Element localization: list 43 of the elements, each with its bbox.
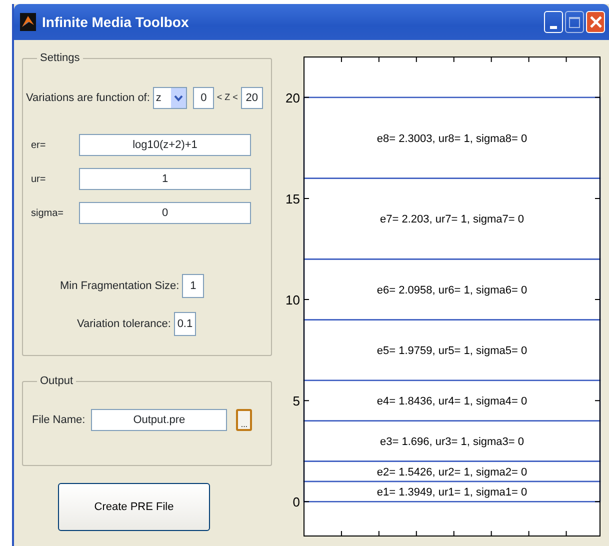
text-field[interactable]: 0.1 bbox=[174, 312, 196, 336]
field-label: ur= bbox=[31, 172, 47, 186]
close-icon bbox=[590, 16, 602, 28]
window-title: Infinite Media Toolbox bbox=[42, 12, 190, 32]
field-label: File Name: bbox=[32, 412, 86, 428]
field-label: Variation tolerance: bbox=[77, 316, 171, 332]
field-label: sigma= bbox=[31, 206, 65, 220]
text-field[interactable]: 1 bbox=[79, 168, 251, 190]
minimize-button[interactable] bbox=[544, 11, 563, 33]
axis-tick-label: 0 bbox=[292, 494, 300, 510]
range-min-field[interactable]: 0 bbox=[193, 87, 214, 109]
create-button[interactable]: Create PRE File bbox=[58, 483, 210, 531]
app-icon bbox=[20, 13, 36, 31]
layer-label: e3= 1.696, ur3= 1, sigma3= 0 bbox=[380, 436, 524, 448]
layer-label: e8= 2.3003, ur8= 1, sigma8= 0 bbox=[376, 132, 528, 145]
field-label: Variations are function of: bbox=[26, 90, 150, 106]
layer-label: e1= 1.3949, ur1= 1, sigma1= 0 bbox=[376, 486, 528, 499]
axis-tick-label: 5 bbox=[292, 394, 300, 409]
maximize-icon bbox=[569, 16, 580, 28]
variable-dropdown[interactable]: z bbox=[152, 87, 188, 109]
group-title: Output bbox=[39, 376, 74, 387]
group-title: Settings bbox=[39, 53, 81, 64]
minimize-icon bbox=[550, 25, 558, 29]
text-field[interactable]: 0 bbox=[79, 202, 251, 224]
file-name-field[interactable]: Output.pre bbox=[91, 409, 228, 431]
layer-label: e6= 2.0958, ur6= 1, sigma6= 0 bbox=[376, 284, 528, 296]
axis-tick-label: 20 bbox=[286, 90, 300, 106]
field-label: er= bbox=[31, 138, 47, 152]
maximize-button[interactable] bbox=[565, 11, 584, 33]
browse-button[interactable]: ... bbox=[236, 409, 252, 431]
layer-label: e2= 1.5426, ur2= 1, sigma2= 0 bbox=[376, 466, 528, 478]
text-field[interactable]: log10(z+2)+1 bbox=[79, 134, 251, 156]
caret-icon bbox=[174, 94, 184, 102]
layer-label: e5= 1.9759, ur5= 1, sigma5= 0 bbox=[376, 345, 528, 358]
close-button[interactable] bbox=[586, 11, 605, 33]
range-label: < Z < bbox=[216, 91, 238, 104]
field-label: Min Fragmentation Size: bbox=[60, 278, 180, 294]
axis-tick-label: 10 bbox=[286, 292, 300, 308]
layer-label: e7= 2.203, ur7= 1, sigma7= 0 bbox=[380, 214, 524, 226]
axis-tick-label: 15 bbox=[286, 191, 300, 206]
text-field[interactable]: 1 bbox=[182, 274, 204, 298]
range-max-field[interactable]: 20 bbox=[240, 87, 263, 109]
layer-label: e4= 1.8436, ur4= 1, sigma4= 0 bbox=[376, 396, 528, 408]
